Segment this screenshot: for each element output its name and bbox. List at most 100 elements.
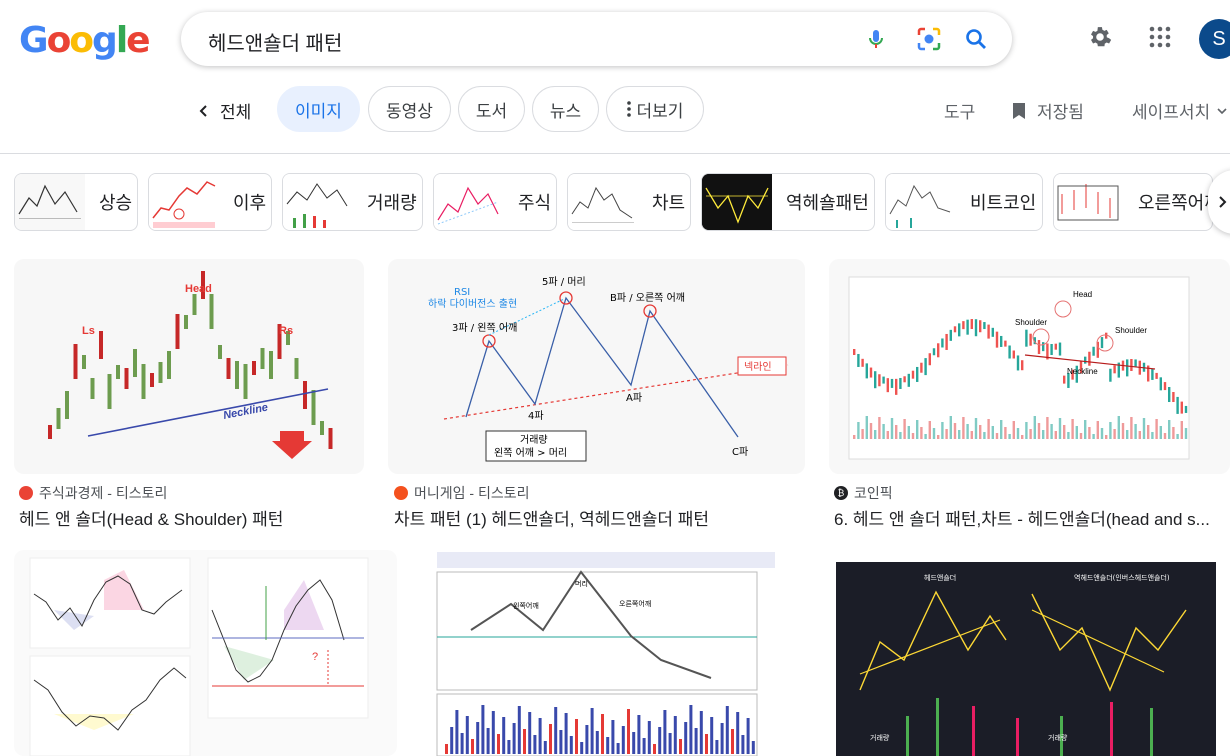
image-result-4[interactable]: ? <box>14 550 397 756</box>
chip-thumbnail <box>283 174 353 230</box>
chip-thumbnail <box>15 174 85 230</box>
chip-thumbnail <box>702 174 772 230</box>
svg-text:?: ? <box>312 651 318 663</box>
tab-books-label: 도서 <box>475 101 508 121</box>
account-avatar[interactable]: S <box>1199 19 1230 59</box>
tab-images[interactable]: 이미지 <box>277 86 360 132</box>
source-label: 코인픽 <box>854 485 893 501</box>
chip-volume[interactable]: 거래량 <box>282 173 423 231</box>
head-label: Head <box>1073 290 1092 299</box>
lens-icon[interactable] <box>914 24 944 54</box>
chip-label: 역헤숄패턴 <box>786 193 869 213</box>
result-image: 머리 왼쪽어깨 오른쪽어깨 <box>421 550 795 756</box>
source-label: 주식과경제 - 티스토리 <box>39 485 168 501</box>
header: Google 헤드앤숄더 패턴 S <box>0 0 1230 78</box>
logo-letter: o <box>46 20 72 61</box>
logo-letter: g <box>92 20 118 61</box>
chip-bitcoin[interactable]: 비트코인 <box>885 173 1043 231</box>
bookmark-icon <box>1013 102 1025 119</box>
saved-label: 저장됨 <box>1037 103 1084 122</box>
waveA-label: A파 <box>626 392 642 404</box>
wave5-label: 5파 / 머리 <box>542 276 586 288</box>
chip-thumbnail <box>434 174 504 230</box>
apps-grid-icon[interactable] <box>1145 22 1175 52</box>
search-box[interactable]: 헤드앤숄더 패턴 <box>181 12 1012 66</box>
tab-videos[interactable]: 동영상 <box>368 86 451 132</box>
search-icon[interactable] <box>961 24 991 54</box>
back-to-all-tab[interactable]: 전체 <box>196 98 251 123</box>
result-image: Head Ls Rs Neckline <box>14 259 364 474</box>
source-label: 머니게임 - 티스토리 <box>414 485 530 501</box>
volume-label: 거래량 <box>520 434 548 446</box>
microphone-icon[interactable] <box>861 24 891 54</box>
tab-more[interactable]: 더보기 <box>606 86 704 132</box>
chevron-left-icon <box>199 104 207 117</box>
chip-label: 이후 <box>233 193 267 213</box>
image-result-6[interactable]: 헤드앤숄더 역헤드앤숄더(인버스헤드앤숄더) 거래량 거래량 <box>820 550 1230 756</box>
chip-after[interactable]: 이후 <box>148 173 272 231</box>
result-image: Head Shoulder Shoulder Neckline <box>829 259 1230 474</box>
image-result-5[interactable]: 머리 왼쪽어깨 오른쪽어깨 <box>421 550 795 756</box>
result-3-title[interactable]: 6. 헤드 앤 숄더 패턴,차트 - 헤드앤숄더(head and s... <box>834 505 1226 530</box>
right-shoulder-label: 오른쪽어깨 <box>619 599 651 608</box>
waveB-label: B파 / 오른쪽 어깨 <box>610 292 685 304</box>
image-result-3[interactable]: Head Shoulder Shoulder Neckline <box>829 259 1230 474</box>
shoulder-left-label: Shoulder <box>1015 318 1047 327</box>
volume-label-2: 거래량 <box>1048 733 1068 742</box>
more-vert-icon <box>626 101 631 117</box>
logo-letter: o <box>69 20 94 61</box>
chip-thumbnail <box>149 174 219 230</box>
logo-letter: G <box>19 20 49 61</box>
favicon-icon <box>19 486 33 500</box>
result-2-title[interactable]: 차트 패턴 (1) 헤드앤숄더, 역헤드앤숄더 패턴 <box>394 505 814 530</box>
tab-news-label: 뉴스 <box>549 101 582 121</box>
wave3-label: 3파 / 왼쪽 어깨 <box>452 322 517 334</box>
chip-label: 상승 <box>99 193 133 213</box>
rsi-label: RSI <box>454 287 470 298</box>
chip-label: 거래량 <box>367 193 417 213</box>
logo-letter: l <box>115 20 128 61</box>
tools-button[interactable]: 도구 <box>944 98 975 123</box>
hs-title: 헤드앤숄더 <box>924 573 956 582</box>
safesearch-button[interactable]: 세이프서치 <box>1132 98 1228 123</box>
chip-label: 오른쪽어깨 <box>1138 193 1213 213</box>
favicon-icon <box>394 486 408 500</box>
rs-label: Rs <box>279 325 293 337</box>
result-image: ? <box>14 550 397 756</box>
search-input[interactable]: 헤드앤숄더 패턴 <box>208 27 342 56</box>
chip-thumbnail <box>568 174 638 230</box>
header-divider <box>0 153 1230 154</box>
result-3-source[interactable]: ₿ 코인픽 <box>834 483 893 503</box>
image-result-1[interactable]: Head Ls Rs Neckline <box>14 259 364 474</box>
tab-news[interactable]: 뉴스 <box>532 86 599 132</box>
chip-label: 비트코인 <box>970 193 1037 213</box>
chip-thumbnail <box>1054 174 1124 230</box>
result-1-title[interactable]: 헤드 앤 숄더(Head & Shoulder) 패턴 <box>19 505 369 530</box>
head-label: Head <box>185 283 212 295</box>
volume-label-1: 거래량 <box>870 733 890 742</box>
neckline-label: Neckline <box>1067 367 1098 376</box>
result-1-source[interactable]: 주식과경제 - 티스토리 <box>19 483 167 503</box>
settings-gear-icon[interactable] <box>1085 22 1115 52</box>
chip-rise[interactable]: 상승 <box>14 173 138 231</box>
chip-inverse-hs[interactable]: 역헤숄패턴 <box>701 173 875 231</box>
tab-books[interactable]: 도서 <box>458 86 525 132</box>
result-2-source[interactable]: 머니게임 - 티스토리 <box>394 483 529 503</box>
image-result-2[interactable]: 5파 / 머리 RSI 하락 다이버전스 출현 3파 / 왼쪽 어깨 B파 / … <box>388 259 805 474</box>
waveC-label: C파 <box>732 446 748 458</box>
chip-chart[interactable]: 차트 <box>567 173 691 231</box>
chip-stock[interactable]: 주식 <box>433 173 557 231</box>
saved-button[interactable]: 저장됨 <box>1011 98 1084 123</box>
chip-label: 차트 <box>652 193 686 213</box>
back-tab-label: 전체 <box>220 103 252 122</box>
chip-right-shoulder[interactable]: 오른쪽어깨 <box>1053 173 1213 231</box>
chip-thumbnail <box>886 174 956 230</box>
divergence-label: 하락 다이버전스 출현 <box>428 297 517 310</box>
ls-label: Ls <box>82 325 95 337</box>
volume-compare-label: 왼쪽 어깨 > 머리 <box>494 447 567 459</box>
safesearch-label: 세이프서치 <box>1132 103 1211 122</box>
logo-letter: e <box>126 20 150 61</box>
left-shoulder-label: 왼쪽어깨 <box>513 601 539 610</box>
chip-label: 주식 <box>518 193 552 213</box>
google-logo[interactable]: Google <box>19 20 151 61</box>
